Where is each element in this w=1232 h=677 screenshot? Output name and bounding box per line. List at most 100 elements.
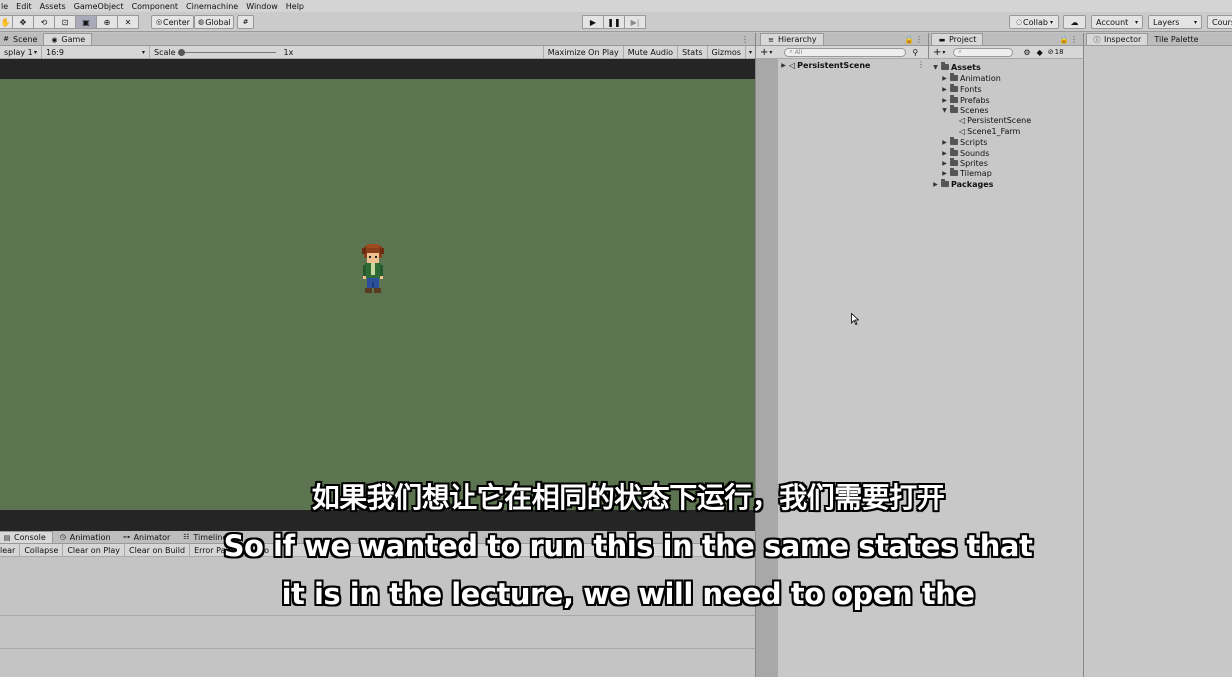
tree-item-assets[interactable]: ▼ Assets [932, 62, 981, 72]
scale-slider[interactable]: Scale 1x [150, 46, 310, 58]
space-toggle-button[interactable]: ◍ Global [194, 15, 234, 29]
expand-arrow-icon[interactable]: ▶ [941, 97, 948, 104]
collab-dropdown[interactable]: ◌ Collab ▾ [1009, 15, 1059, 29]
player-character-sprite [362, 244, 384, 293]
expand-arrow-icon[interactable]: ▶ [941, 139, 948, 146]
tree-item-packages[interactable]: ▶ Packages [932, 179, 993, 189]
tree-item-prefabs[interactable]: ▶ Prefabs [941, 95, 990, 105]
menu-gameobject[interactable]: GameObject [70, 2, 128, 11]
dropdown-arrow-icon: ▾ [1134, 18, 1138, 26]
filter-label-icon[interactable]: ◆ [1037, 48, 1043, 57]
tree-item-sounds[interactable]: ▶ Sounds [941, 148, 989, 158]
tab-console[interactable]: ▤ Console [0, 531, 53, 543]
clear-on-build-toggle[interactable]: Clear on Build [125, 544, 191, 556]
create-plus-icon[interactable]: + [933, 47, 941, 58]
tree-item-scenes[interactable]: ▼ Scenes [941, 105, 989, 115]
rotate-tool-icon[interactable]: ⟲ [33, 15, 55, 29]
custom-tool-icon[interactable]: ✕ [117, 15, 139, 29]
panel-menu-icon[interactable]: ⋮ [741, 35, 749, 44]
tree-item-scripts[interactable]: ▶ Scripts [941, 137, 987, 147]
unity-scene-icon: ◁ [959, 126, 966, 136]
tab-hierarchy[interactable]: ≡ Hierarchy [760, 33, 824, 45]
tab-animation[interactable]: ◷ Animation [53, 531, 117, 543]
menu-file[interactable]: le [0, 2, 12, 11]
gizmos-toggle[interactable]: Gizmos [708, 46, 746, 58]
clear-button[interactable]: lear [0, 544, 21, 556]
folder-icon [941, 179, 949, 187]
rect-tool-icon[interactable]: ▣ [75, 15, 97, 29]
folder-icon [950, 73, 958, 81]
mute-audio-toggle[interactable]: Mute Audio [624, 46, 679, 58]
project-search-input[interactable]: ⌕ [953, 47, 1014, 57]
center-icon: ◎ [155, 18, 163, 26]
game-view[interactable] [0, 79, 755, 510]
info-icon: ⓘ [1093, 35, 1101, 44]
scene-visibility-icon[interactable]: ⚲ [912, 48, 918, 57]
clear-on-play-toggle[interactable]: Clear on Play [63, 544, 125, 556]
expand-arrow-icon[interactable]: ▶ [941, 170, 948, 177]
hierarchy-search-input[interactable]: ⌕ All [784, 47, 907, 57]
tree-item-sprites[interactable]: ▶ Sprites [941, 158, 988, 168]
tab-game[interactable]: ◉ Game [43, 33, 93, 45]
tab-project[interactable]: ▬ Project [931, 33, 984, 45]
game-panel-tabs: # Scene ◉ Game ⋮ [0, 33, 755, 46]
step-button[interactable]: ▶| [624, 15, 646, 29]
transform-tool-icon[interactable]: ⊕ [96, 15, 118, 29]
tab-inspector[interactable]: ⓘ Inspector [1086, 33, 1149, 45]
menu-assets[interactable]: Assets [36, 2, 70, 11]
tab-scene[interactable]: # Scene [0, 33, 43, 45]
expand-arrow-icon[interactable]: ▶ [941, 150, 948, 157]
maximize-on-play-toggle[interactable]: Maximize On Play [542, 46, 624, 58]
create-plus-icon[interactable]: + [760, 47, 768, 58]
menu-cinemachine[interactable]: Cinemachine [182, 2, 242, 11]
pivot-toggle-button[interactable]: ◎ Center [151, 15, 194, 29]
tree-item-persistentscene[interactable]: ◁ PersistentScene [959, 115, 1031, 125]
scene-menu-icon[interactable]: ⋮ [917, 60, 925, 69]
move-tool-icon[interactable]: ✥ [12, 15, 34, 29]
filter-type-icon[interactable]: ⚙ [1023, 48, 1030, 57]
main-toolbar: ✋ ✥ ⟲ ⊡ ▣ ⊕ ✕ ◎ Center ◍ Global # ▶ ❚❚ ▶| … [0, 12, 1232, 32]
tab-tile-palette[interactable]: Tile Palette [1148, 33, 1204, 45]
menu-window[interactable]: Window [242, 2, 282, 11]
menu-edit[interactable]: Edit [12, 2, 36, 11]
tab-animator[interactable]: ⊶ Animator [117, 531, 177, 543]
expand-arrow-icon[interactable]: ▶ [941, 160, 948, 167]
tree-item-scene1-farm[interactable]: ◁ Scene1_Farm [959, 126, 1020, 136]
hierarchy-item-persistentscene[interactable]: ▶ ◁ PersistentScene [780, 60, 870, 70]
menu-help[interactable]: Help [282, 2, 308, 11]
scale-tool-icon[interactable]: ⊡ [54, 15, 76, 29]
gizmos-dropdown[interactable]: ▾ [746, 46, 755, 58]
layout-dropdown[interactable]: Cours [1207, 15, 1232, 29]
account-dropdown[interactable]: Account ▾ [1091, 15, 1143, 29]
play-button[interactable]: ▶ [582, 15, 604, 29]
menu-component[interactable]: Component [128, 2, 182, 11]
expand-arrow-icon[interactable]: ▶ [932, 181, 939, 188]
stats-toggle[interactable]: Stats [678, 46, 708, 58]
animator-icon: ⊶ [123, 533, 131, 541]
layers-dropdown[interactable]: Layers ▾ [1148, 15, 1202, 29]
lock-icon[interactable]: 🔒 [1059, 35, 1069, 44]
aspect-dropdown[interactable]: 16:9 ▾ [42, 46, 150, 58]
grid-snap-button[interactable]: # [237, 15, 254, 29]
display-dropdown[interactable]: splay 1 ▾ [0, 46, 42, 58]
cloud-button[interactable]: ☁ [1063, 15, 1086, 29]
tree-item-fonts[interactable]: ▶ Fonts [941, 84, 982, 94]
expand-arrow-icon[interactable]: ▶ [941, 86, 948, 93]
pause-button[interactable]: ❚❚ [603, 15, 625, 29]
expand-arrow-icon[interactable]: ▶ [780, 62, 787, 69]
hidden-packages-toggle[interactable]: ⊘ 18 [1048, 48, 1064, 56]
project-toolbar: + ▾ ⌕ ⚙ ◆ ⊘ 18 [929, 46, 1083, 59]
panel-menu-icon[interactable]: ⋮ [915, 35, 923, 44]
panel-menu-icon[interactable]: ⋮ [1070, 35, 1078, 44]
scale-handle[interactable] [177, 48, 185, 56]
subtitle-english-line-1: So if we wanted to run this in the same … [223, 529, 1033, 563]
expand-arrow-icon[interactable]: ▶ [941, 75, 948, 82]
tree-item-animation[interactable]: ▶ Animation [941, 73, 1001, 83]
lock-icon[interactable]: 🔒 [904, 35, 914, 44]
collapse-toggle[interactable]: Collapse [20, 544, 64, 556]
collapse-arrow-icon[interactable]: ▼ [941, 107, 948, 114]
collapse-arrow-icon[interactable]: ▼ [932, 64, 939, 71]
tree-item-tilemap[interactable]: ▶ Tilemap [941, 168, 992, 178]
dropdown-arrow-icon[interactable]: ▾ [769, 49, 772, 56]
dropdown-arrow-icon[interactable]: ▾ [942, 49, 945, 56]
